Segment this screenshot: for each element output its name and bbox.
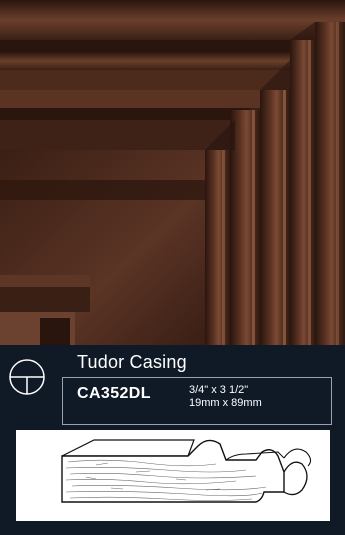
profile-panel [16, 430, 330, 521]
brand-logo-icon [9, 359, 45, 395]
dimensions-imperial: 3/4" x 3 1/2" [189, 384, 249, 396]
product-sku: CA352DL [77, 385, 151, 402]
product-name: Tudor Casing [77, 352, 187, 372]
wood-door-image [0, 0, 345, 345]
product-photo [0, 0, 345, 345]
dimensions-metric: 19mm x 89mm [189, 397, 262, 409]
moulding-profile-icon [61, 439, 312, 503]
product-card: Tudor Casing CA352DL 3/4" x 3 1/2" 19mm … [0, 0, 345, 535]
